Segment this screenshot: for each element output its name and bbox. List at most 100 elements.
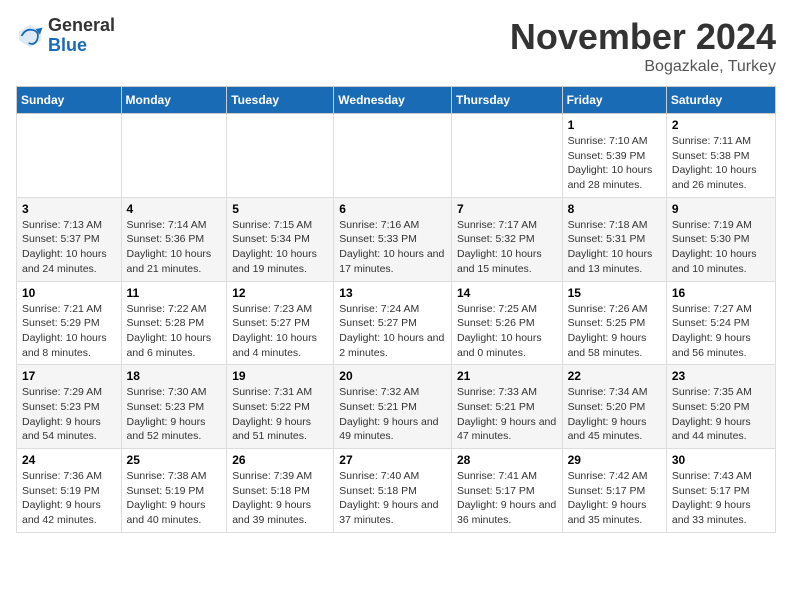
day-number: 9 [672,202,770,216]
day-info: Sunrise: 7:13 AM Sunset: 5:37 PM Dayligh… [22,218,116,277]
day-number: 5 [232,202,328,216]
calendar-header-row: SundayMondayTuesdayWednesdayThursdayFrid… [17,87,776,114]
calendar-cell [121,114,227,198]
day-info: Sunrise: 7:19 AM Sunset: 5:30 PM Dayligh… [672,218,770,277]
calendar-cell: 4 Sunrise: 7:14 AM Sunset: 5:36 PM Daylig… [121,197,227,281]
day-number: 6 [339,202,446,216]
day-number: 21 [457,369,557,383]
weekday-header-saturday: Saturday [666,87,775,114]
logo-blue-text: Blue [48,36,115,56]
calendar-cell: 18 Sunrise: 7:30 AM Sunset: 5:23 PM Dayli… [121,365,227,449]
day-info: Sunrise: 7:11 AM Sunset: 5:38 PM Dayligh… [672,134,770,193]
day-number: 1 [568,118,661,132]
header: General Blue November 2024 Bogazkale, Tu… [16,16,776,76]
calendar-cell: 1 Sunrise: 7:10 AM Sunset: 5:39 PM Daylig… [562,114,666,198]
calendar-cell: 25 Sunrise: 7:38 AM Sunset: 5:19 PM Dayli… [121,449,227,533]
calendar-cell: 9 Sunrise: 7:19 AM Sunset: 5:30 PM Daylig… [666,197,775,281]
day-info: Sunrise: 7:43 AM Sunset: 5:17 PM Dayligh… [672,469,770,528]
day-number: 17 [22,369,116,383]
calendar-week-row: 3 Sunrise: 7:13 AM Sunset: 5:37 PM Daylig… [17,197,776,281]
day-number: 11 [127,286,222,300]
day-info: Sunrise: 7:23 AM Sunset: 5:27 PM Dayligh… [232,302,328,361]
calendar-table: SundayMondayTuesdayWednesdayThursdayFrid… [16,86,776,533]
day-info: Sunrise: 7:21 AM Sunset: 5:29 PM Dayligh… [22,302,116,361]
calendar-cell: 27 Sunrise: 7:40 AM Sunset: 5:18 PM Dayli… [334,449,452,533]
title-block: November 2024 Bogazkale, Turkey [510,16,776,76]
weekday-header-wednesday: Wednesday [334,87,452,114]
day-number: 29 [568,453,661,467]
day-info: Sunrise: 7:31 AM Sunset: 5:22 PM Dayligh… [232,385,328,444]
day-info: Sunrise: 7:10 AM Sunset: 5:39 PM Dayligh… [568,134,661,193]
day-number: 23 [672,369,770,383]
day-number: 27 [339,453,446,467]
day-number: 28 [457,453,557,467]
month-title: November 2024 [510,16,776,58]
day-number: 12 [232,286,328,300]
day-info: Sunrise: 7:30 AM Sunset: 5:23 PM Dayligh… [127,385,222,444]
day-info: Sunrise: 7:40 AM Sunset: 5:18 PM Dayligh… [339,469,446,528]
logo-icon [16,22,44,50]
day-info: Sunrise: 7:35 AM Sunset: 5:20 PM Dayligh… [672,385,770,444]
day-info: Sunrise: 7:38 AM Sunset: 5:19 PM Dayligh… [127,469,222,528]
day-number: 26 [232,453,328,467]
calendar-cell: 22 Sunrise: 7:34 AM Sunset: 5:20 PM Dayli… [562,365,666,449]
calendar-cell: 28Sunrise: 7:41 AM Sunset: 5:17 PM Dayli… [451,449,562,533]
day-info: Sunrise: 7:22 AM Sunset: 5:28 PM Dayligh… [127,302,222,361]
calendar-week-row: 10 Sunrise: 7:21 AM Sunset: 5:29 PM Dayli… [17,281,776,365]
calendar-cell: 21 Sunrise: 7:33 AM Sunset: 5:21 PM Dayli… [451,365,562,449]
day-info: Sunrise: 7:33 AM Sunset: 5:21 PM Dayligh… [457,385,557,444]
day-info: Sunrise: 7:14 AM Sunset: 5:36 PM Dayligh… [127,218,222,277]
day-number: 4 [127,202,222,216]
day-number: 18 [127,369,222,383]
day-info: Sunrise: 7:15 AM Sunset: 5:34 PM Dayligh… [232,218,328,277]
calendar-cell: 2 Sunrise: 7:11 AM Sunset: 5:38 PM Daylig… [666,114,775,198]
day-info: Sunrise: 7:34 AM Sunset: 5:20 PM Dayligh… [568,385,661,444]
day-info: Sunrise: 7:29 AM Sunset: 5:23 PM Dayligh… [22,385,116,444]
calendar-cell: 26 Sunrise: 7:39 AM Sunset: 5:18 PM Dayli… [227,449,334,533]
calendar-cell: 20Sunrise: 7:32 AM Sunset: 5:21 PM Dayli… [334,365,452,449]
day-info: Sunrise: 7:39 AM Sunset: 5:18 PM Dayligh… [232,469,328,528]
calendar-cell: 11 Sunrise: 7:22 AM Sunset: 5:28 PM Dayli… [121,281,227,365]
logo-text: General Blue [48,16,115,56]
day-info: Sunrise: 7:24 AM Sunset: 5:27 PM Dayligh… [339,302,446,361]
calendar-cell: 14 Sunrise: 7:25 AM Sunset: 5:26 PM Dayli… [451,281,562,365]
calendar-cell [451,114,562,198]
calendar-cell: 15Sunrise: 7:26 AM Sunset: 5:25 PM Dayli… [562,281,666,365]
logo-general-text: General [48,16,115,36]
weekday-header-sunday: Sunday [17,87,122,114]
calendar-cell: 17 Sunrise: 7:29 AM Sunset: 5:23 PM Dayli… [17,365,122,449]
day-number: 25 [127,453,222,467]
calendar-cell: 29 Sunrise: 7:42 AM Sunset: 5:17 PM Dayli… [562,449,666,533]
weekday-header-monday: Monday [121,87,227,114]
calendar-cell: 6Sunrise: 7:16 AM Sunset: 5:33 PM Daylig… [334,197,452,281]
day-number: 19 [232,369,328,383]
day-number: 22 [568,369,661,383]
location-title: Bogazkale, Turkey [510,58,776,76]
day-info: Sunrise: 7:17 AM Sunset: 5:32 PM Dayligh… [457,218,557,277]
calendar-cell: 12 Sunrise: 7:23 AM Sunset: 5:27 PM Dayli… [227,281,334,365]
day-number: 14 [457,286,557,300]
day-info: Sunrise: 7:18 AM Sunset: 5:31 PM Dayligh… [568,218,661,277]
day-number: 24 [22,453,116,467]
day-number: 30 [672,453,770,467]
calendar-week-row: 17 Sunrise: 7:29 AM Sunset: 5:23 PM Dayli… [17,365,776,449]
weekday-header-tuesday: Tuesday [227,87,334,114]
day-number: 16 [672,286,770,300]
calendar-cell: 19 Sunrise: 7:31 AM Sunset: 5:22 PM Dayli… [227,365,334,449]
day-number: 10 [22,286,116,300]
calendar-cell [17,114,122,198]
day-info: Sunrise: 7:25 AM Sunset: 5:26 PM Dayligh… [457,302,557,361]
day-info: Sunrise: 7:36 AM Sunset: 5:19 PM Dayligh… [22,469,116,528]
calendar-cell: 8Sunrise: 7:18 AM Sunset: 5:31 PM Daylig… [562,197,666,281]
day-info: Sunrise: 7:42 AM Sunset: 5:17 PM Dayligh… [568,469,661,528]
day-number: 3 [22,202,116,216]
day-number: 20 [339,369,446,383]
calendar-cell: 5 Sunrise: 7:15 AM Sunset: 5:34 PM Daylig… [227,197,334,281]
calendar-cell: 10 Sunrise: 7:21 AM Sunset: 5:29 PM Dayli… [17,281,122,365]
calendar-cell [334,114,452,198]
weekday-header-friday: Friday [562,87,666,114]
calendar-cell: 16Sunrise: 7:27 AM Sunset: 5:24 PM Dayli… [666,281,775,365]
calendar-week-row: 24 Sunrise: 7:36 AM Sunset: 5:19 PM Dayli… [17,449,776,533]
calendar-cell: 13Sunrise: 7:24 AM Sunset: 5:27 PM Dayli… [334,281,452,365]
day-number: 2 [672,118,770,132]
